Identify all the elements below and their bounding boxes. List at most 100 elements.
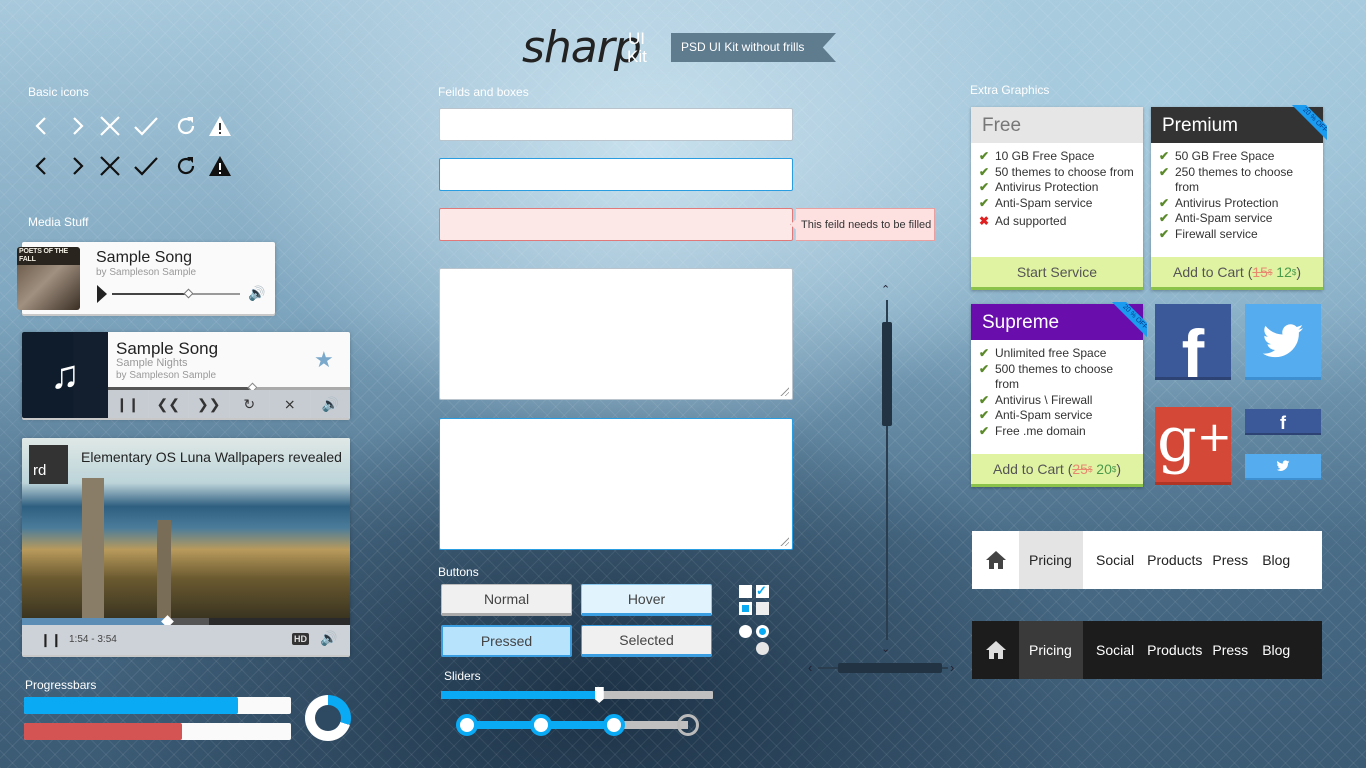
feature-item: ✔ Anti-Spam service xyxy=(979,195,1093,210)
nav-item-pricing[interactable]: Pricing xyxy=(1019,531,1083,589)
song-artist: by Sampleson Sample xyxy=(116,370,217,381)
extra-graphics-label: Extra Graphics xyxy=(970,83,1050,97)
slider-step-knob[interactable] xyxy=(603,714,626,736)
progressbar-red xyxy=(24,723,291,740)
radio-unchecked[interactable] xyxy=(739,625,752,638)
warning-icon xyxy=(208,154,232,178)
slider-step-knob[interactable] xyxy=(456,714,478,736)
close-icon xyxy=(98,114,122,138)
shuffle-button[interactable]: ⨯ xyxy=(269,390,310,418)
twitter-button[interactable] xyxy=(1245,454,1321,480)
nav-item-pricing[interactable]: Pricing xyxy=(1019,621,1083,679)
play-icon[interactable] xyxy=(97,285,107,303)
check-icon: ✔ xyxy=(979,392,990,407)
textarea-focused[interactable] xyxy=(439,418,793,550)
nav-item-social[interactable]: Social xyxy=(1086,531,1144,589)
pause-button[interactable]: ❙❙ xyxy=(40,632,62,648)
checkbox-unchecked[interactable] xyxy=(739,585,752,598)
google-plus-tile[interactable]: g+ xyxy=(1155,407,1231,485)
feature-item: ✔ Anti-Spam service xyxy=(979,408,1093,422)
chevron-right-icon xyxy=(65,114,89,138)
scroll-up-icon[interactable]: ⌃ xyxy=(881,283,890,296)
album-art-lettering: POETS OF THE FALL xyxy=(17,247,80,265)
step-slider[interactable] xyxy=(456,714,699,736)
checkbox-checked[interactable]: ✓ xyxy=(756,584,769,598)
feature-item: ✔ Antivirus Protection xyxy=(979,180,1099,194)
feature-item: ✔ 500 themes to choose from xyxy=(979,361,1114,392)
pause-button[interactable]: ❙❙ xyxy=(108,390,148,418)
slider-step-knob[interactable] xyxy=(529,714,552,736)
hd-button[interactable]: HD xyxy=(292,633,309,645)
twitter-tile[interactable] xyxy=(1245,304,1321,380)
start-service-button[interactable]: Start Service xyxy=(971,257,1143,290)
checkbox-indeterminate[interactable] xyxy=(739,602,752,615)
nav-item-press[interactable]: Press xyxy=(1205,621,1255,679)
selected-button[interactable]: Selected xyxy=(581,625,712,657)
star-icon[interactable]: ★ xyxy=(314,347,334,373)
feature-item: ✔ Anti-Spam service xyxy=(1159,211,1273,225)
radio-disabled[interactable] xyxy=(756,642,769,655)
resize-grip-icon[interactable] xyxy=(779,386,789,396)
resize-grip-icon[interactable] xyxy=(779,536,789,546)
check-icon xyxy=(134,114,158,138)
nav-item-blog[interactable]: Blog xyxy=(1255,621,1297,679)
home-icon xyxy=(985,551,1006,569)
normal-button[interactable]: Normal xyxy=(441,584,572,616)
chevron-left-icon xyxy=(30,114,54,138)
pressed-button[interactable]: Pressed xyxy=(441,625,572,657)
chevron-left-icon xyxy=(30,154,54,178)
forward-button[interactable]: ❯❯ xyxy=(188,390,229,418)
nav-item-products[interactable]: Products xyxy=(1144,621,1205,679)
check-icon: ✔ xyxy=(979,346,990,360)
pricing-title: Free xyxy=(971,107,1143,143)
scroll-left-icon[interactable]: ‹ xyxy=(808,660,812,675)
logo-kit: Kit xyxy=(627,47,647,66)
sliders-label: Sliders xyxy=(444,669,481,683)
add-to-cart-button[interactable]: Add to Cart (15 $ 12 $) xyxy=(1151,257,1323,290)
video-frame[interactable]: rd Elementary OS Luna Wallpapers reveale… xyxy=(22,438,350,618)
checkbox-disabled[interactable] xyxy=(756,602,769,615)
repeat-button[interactable]: ↻ xyxy=(228,390,270,418)
close-icon xyxy=(98,154,122,178)
slider-handle[interactable] xyxy=(594,687,604,703)
feature-item: ✔ 10 GB Free Space xyxy=(979,149,1095,163)
facebook-button[interactable]: f xyxy=(1245,409,1321,435)
radio-checked[interactable] xyxy=(756,625,769,638)
chevron-right-icon xyxy=(65,154,89,178)
warning-icon xyxy=(208,114,232,138)
feature-item: ✖ Ad supported xyxy=(979,214,1067,228)
text-input-focused[interactable] xyxy=(439,158,793,191)
add-to-cart-button[interactable]: Add to Cart (25 $ 20 $) xyxy=(971,454,1143,487)
rewind-button[interactable]: ❮❮ xyxy=(147,390,189,418)
slider-step-knob[interactable] xyxy=(677,714,699,736)
horizontal-scroll-thumb[interactable] xyxy=(838,663,942,673)
text-input-error[interactable] xyxy=(439,208,793,241)
album-art: POETS OF THE FALL xyxy=(17,247,80,310)
scroll-down-icon[interactable]: ⌄ xyxy=(881,642,890,655)
fence-post xyxy=(82,478,104,618)
nav-item-social[interactable]: Social xyxy=(1086,621,1144,679)
slider[interactable] xyxy=(441,687,713,703)
volume-button[interactable]: 🔊 xyxy=(309,390,351,418)
video-seekbar[interactable] xyxy=(22,615,350,628)
check-icon: ✔ xyxy=(979,149,990,163)
nav-item-products[interactable]: Products xyxy=(1144,531,1205,589)
scroll-right-icon[interactable]: › xyxy=(950,660,954,675)
volume-icon[interactable]: 🔊 xyxy=(248,285,265,302)
song-title: Sample Song xyxy=(96,249,193,266)
hover-button[interactable]: Hover xyxy=(581,584,712,616)
song-seekbar[interactable] xyxy=(112,288,240,299)
home-button[interactable] xyxy=(972,621,1019,679)
textarea[interactable] xyxy=(439,268,793,400)
nav-item-blog[interactable]: Blog xyxy=(1255,531,1297,589)
text-input[interactable] xyxy=(439,108,793,141)
facebook-tile[interactable]: f xyxy=(1155,304,1231,380)
check-icon: ✔ xyxy=(1159,164,1170,179)
nav-item-press[interactable]: Press xyxy=(1205,531,1255,589)
logo: sharp xyxy=(522,22,642,73)
volume-button[interactable]: 🔊 xyxy=(320,630,337,647)
feature-item: ✔ Antivirus Protection xyxy=(1159,195,1279,210)
vertical-scroll-thumb[interactable] xyxy=(882,322,892,426)
progressbar-blue xyxy=(24,697,291,714)
home-button[interactable] xyxy=(972,531,1019,589)
